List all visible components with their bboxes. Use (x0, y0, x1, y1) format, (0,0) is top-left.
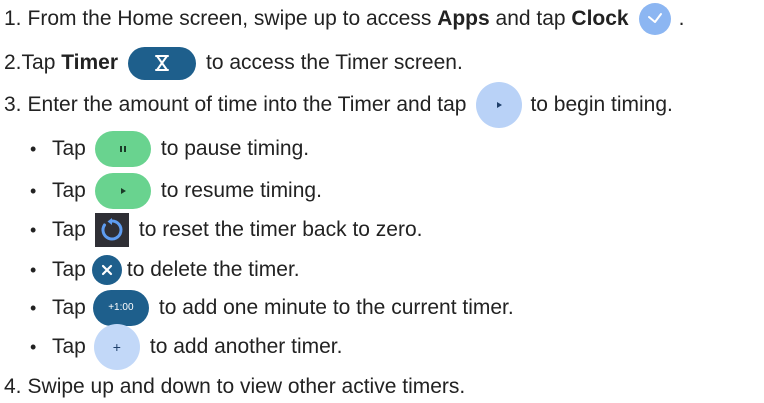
step-3: 3. Enter the amount of time into the Tim… (4, 82, 673, 128)
step-text: and tap (489, 7, 572, 30)
bullet-marker: • (30, 220, 37, 240)
bullet-marker: • (30, 260, 37, 280)
step-text: Swipe up and down to view other active t… (27, 375, 466, 398)
step-text: From the Home screen, swipe up to access (27, 7, 438, 30)
bullet-marker: • (30, 139, 37, 159)
bullet-text: Tap (52, 137, 86, 160)
bullet-pause: • Tap to pause timing. (30, 131, 310, 167)
bullet-text: to reset the timer back to zero. (138, 218, 423, 241)
bullet-text: to pause timing. (160, 137, 310, 160)
bullet-reset: • Tap to reset the timer back to zero. (30, 213, 423, 247)
bullet-text: Tap (52, 179, 86, 202)
step-text: Tap (21, 51, 62, 74)
bullet-text: to delete the timer. (126, 258, 300, 281)
pause-icon (94, 131, 151, 167)
bullet-marker: • (30, 298, 37, 318)
close-icon (91, 255, 122, 285)
add-minute-icon: +1:00 (92, 290, 149, 326)
step-number: 4. (4, 375, 22, 398)
bullet-text: Tap (52, 335, 86, 358)
hourglass-icon (128, 46, 197, 80)
bullet-resume: • Tap to resume timing. (30, 173, 322, 209)
play-icon (476, 82, 523, 128)
period: . (678, 7, 685, 30)
step-number: 3. (4, 93, 22, 116)
bullet-add-timer: • Tap + to add another timer. (30, 324, 343, 370)
plus-icon: + (93, 324, 140, 370)
bullet-text: Tap (52, 218, 86, 241)
step-text: to begin timing. (530, 93, 673, 116)
step-4: 4. Swipe up and down to view other activ… (4, 371, 465, 403)
bullet-text: Tap (52, 258, 86, 281)
bullet-text: to add one minute to the current timer. (158, 296, 514, 319)
bullet-marker: • (30, 337, 37, 357)
instructions-document: 1. From the Home screen, swipe up to acc… (0, 0, 764, 401)
step-number: 2. (4, 51, 22, 74)
bullet-delete: • Tap to delete the timer. (30, 254, 300, 286)
step-text: Enter the amount of time into the Timer … (27, 93, 467, 116)
clock-label: Clock (571, 7, 629, 30)
reset-icon (94, 213, 129, 247)
bullet-add-minute: • Tap +1:00 to add one minute to the cur… (30, 290, 514, 326)
step-number: 1. (4, 7, 22, 30)
bullet-marker: • (30, 181, 37, 201)
bullet-text: to add another timer. (149, 335, 343, 358)
timer-label: Timer (61, 51, 119, 74)
bullet-text: to resume timing. (160, 179, 322, 202)
add-minute-label: +1:00 (108, 302, 134, 313)
play-icon (94, 173, 151, 209)
step-1: 1. From the Home screen, swipe up to acc… (4, 3, 684, 35)
step-2: 2. Tap Timer to access the Timer screen. (4, 46, 463, 80)
step-text: to access the Timer screen. (206, 51, 463, 74)
apps-label: Apps (437, 7, 490, 30)
bullet-text: Tap (52, 296, 86, 319)
clock-icon (638, 3, 671, 35)
